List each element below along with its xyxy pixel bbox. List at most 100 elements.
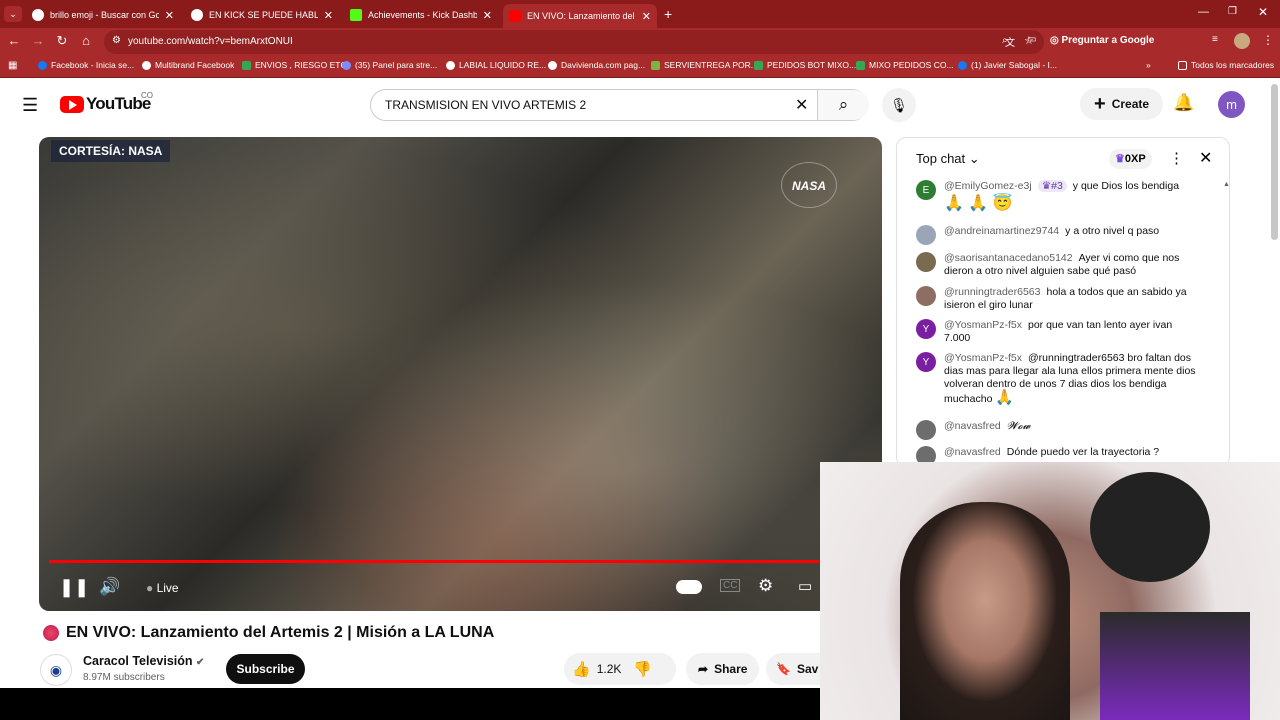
- tab-1[interactable]: brillo emoji - Buscar con Googl ✕: [26, 4, 180, 26]
- close-chat-icon[interactable]: ✕: [1199, 148, 1212, 168]
- microphone-decor: [1100, 612, 1250, 720]
- restore-icon[interactable]: ❐: [1228, 6, 1237, 17]
- autoplay-toggle[interactable]: [676, 580, 702, 594]
- more-bookmarks-icon[interactable]: »: [1146, 60, 1151, 70]
- close-tab-icon[interactable]: ✕: [642, 10, 651, 23]
- chat-menu-kebab-icon[interactable]: ⋮: [1169, 149, 1184, 167]
- like-dislike-group: 👍 1.2K 👎: [564, 653, 676, 685]
- new-tab-icon[interactable]: +: [664, 6, 672, 22]
- bookmark-item[interactable]: Davivienda.com pag...: [548, 60, 645, 70]
- search-button[interactable]: ⌕: [817, 90, 869, 120]
- reload-icon[interactable]: ↻: [53, 33, 71, 49]
- tab-4-active[interactable]: EN VIVO: Lanzamiento del A ✕: [503, 4, 657, 28]
- close-tab-icon[interactable]: ✕: [165, 9, 174, 22]
- bookmark-item[interactable]: MIXO PEDIDOS CO...: [856, 60, 954, 70]
- live-indicator[interactable]: ● Live: [146, 581, 179, 595]
- chat-message: @navasfred 𝓦𝓸𝔀: [916, 420, 1030, 440]
- chat-author[interactable]: @YosmanPz-f5x: [944, 319, 1022, 331]
- scroll-up-icon[interactable]: ▲: [1223, 181, 1230, 188]
- voice-search-icon[interactable]: 🎙: [882, 88, 916, 122]
- chat-message: @andreinamartinez9744 y a otro nivel q pa…: [916, 225, 1159, 245]
- xp-badge[interactable]: ♛0XP: [1109, 149, 1152, 169]
- translate-icon[interactable]: 文: [1005, 34, 1015, 49]
- site-info-icon[interactable]: ⚙: [112, 35, 121, 46]
- profile-avatar[interactable]: [1234, 33, 1250, 49]
- tab-search-icon[interactable]: ⌄: [4, 6, 22, 22]
- minimize-icon[interactable]: —: [1198, 6, 1209, 18]
- chat-author[interactable]: @saorisantanacedano5142: [944, 252, 1073, 264]
- video-title: EN VIVO: Lanzamiento del Artemis 2 | Mis…: [66, 624, 495, 641]
- all-bookmarks-folder[interactable]: Todos los marcadores: [1178, 60, 1274, 70]
- page-scrollbar[interactable]: [1271, 84, 1278, 240]
- bookmark-item[interactable]: (35) Panel para stre...: [342, 60, 437, 70]
- apps-grid-icon[interactable]: ▦: [8, 60, 17, 71]
- plus-icon: +: [1094, 92, 1106, 115]
- create-button[interactable]: + Create: [1080, 88, 1164, 120]
- sheets-icon: [754, 60, 763, 70]
- bookmark-item[interactable]: SERVIENTREGA POR...: [651, 60, 758, 70]
- bookmark-item[interactable]: LABIAL LIQUIDO RE...: [446, 60, 546, 70]
- video-player[interactable]: CORTESÍA: NASA NASA ❚❚ 🔊 ● Live CC ⚙ ▭: [39, 137, 882, 611]
- tab-3[interactable]: Achievements - Kick Dashboard ✕: [344, 4, 498, 26]
- back-icon[interactable]: ←: [5, 33, 23, 48]
- save-icon: 🔖: [776, 662, 791, 676]
- search-box[interactable]: TRANSMISION EN VIVO ARTEMIS 2 ✕ ⌕: [370, 89, 869, 121]
- youtube-logo[interactable]: YouTube: [60, 94, 151, 114]
- bookmark-label: SERVIENTREGA POR...: [664, 60, 758, 70]
- chat-author[interactable]: @navasfred: [944, 420, 1001, 432]
- close-tab-icon[interactable]: ✕: [483, 9, 492, 22]
- browser-tab-strip: ⌄ brillo emoji - Buscar con Googl ✕ EN K…: [0, 0, 1280, 28]
- like-count[interactable]: 1.2K: [597, 662, 622, 676]
- tab-2[interactable]: EN KICK SE PUEDE HABLAR DE ✕: [185, 4, 339, 26]
- top-chat-label: Top chat: [916, 151, 966, 166]
- channel-avatar[interactable]: ◉: [40, 654, 72, 686]
- home-icon[interactable]: ⌂: [77, 33, 95, 48]
- chat-author[interactable]: @YosmanPz-f5x: [944, 352, 1022, 364]
- progress-bar[interactable]: [49, 560, 872, 563]
- share-icon: ➦: [698, 662, 709, 676]
- account-avatar[interactable]: m: [1218, 91, 1245, 118]
- captions-icon[interactable]: CC: [720, 579, 741, 592]
- subscribe-button[interactable]: Subscribe: [226, 654, 305, 684]
- save-button[interactable]: 🔖 Sav: [766, 653, 820, 685]
- ask-google-button[interactable]: ◎ Preguntar a Google: [1050, 35, 1154, 46]
- settings-gear-icon[interactable]: ⚙: [758, 576, 773, 596]
- chat-author[interactable]: @andreinamartinez9744: [944, 225, 1059, 237]
- bookmark-item[interactable]: Facebook - Inicia se...: [38, 60, 134, 70]
- close-tab-icon[interactable]: ✕: [324, 9, 333, 22]
- hamburger-menu-icon[interactable]: ☰: [22, 95, 38, 116]
- lens-icon: ◎: [1050, 35, 1062, 46]
- chat-author[interactable]: @runningtrader6563: [944, 286, 1040, 298]
- search-input[interactable]: TRANSMISION EN VIVO ARTEMIS 2: [385, 98, 586, 112]
- chat-author[interactable]: @navasfred: [944, 446, 1001, 458]
- top-chat-dropdown[interactable]: Top chat ⌄: [916, 151, 980, 167]
- forward-icon[interactable]: →: [29, 33, 47, 48]
- bookmark-item[interactable]: (1) Javier Sabogal - I...: [958, 60, 1057, 70]
- pause-icon[interactable]: ❚❚: [59, 577, 89, 598]
- bookmark-item[interactable]: ENVIOS , RIESGO ETC: [242, 60, 347, 70]
- cast-icon[interactable]: ▭: [1027, 34, 1036, 45]
- dislike-icon[interactable]: 👎: [633, 660, 652, 678]
- like-icon[interactable]: 👍: [572, 660, 591, 678]
- rank-value: #3: [1051, 180, 1063, 192]
- chat-author[interactable]: @EmilyGomez-e3j: [944, 180, 1032, 192]
- channel-name[interactable]: Caracol Televisión ✔: [83, 654, 204, 668]
- clear-search-icon[interactable]: ✕: [795, 95, 808, 115]
- notifications-bell-icon[interactable]: 🔔: [1173, 93, 1194, 113]
- menu-kebab-icon[interactable]: ⋮: [1262, 33, 1274, 47]
- share-label: Share: [714, 662, 748, 676]
- chat-message: @saorisantanacedano5142 Ayer vi como que …: [916, 252, 1201, 278]
- volume-icon[interactable]: 🔊: [99, 577, 120, 597]
- close-window-icon[interactable]: ✕: [1258, 5, 1268, 19]
- bookmark-label: MIXO PEDIDOS CO...: [869, 60, 954, 70]
- chat-avatar: [916, 286, 936, 306]
- chat-avatar: Y: [916, 352, 936, 372]
- share-button[interactable]: ➦ Share: [686, 653, 760, 685]
- bookmark-item[interactable]: Multibrand Facebook: [142, 60, 234, 70]
- bookmark-label: (35) Panel para stre...: [355, 60, 438, 70]
- miniplayer-icon[interactable]: ▭: [798, 577, 812, 595]
- url-bar[interactable]: ⚙ youtube.com/watch?v=bemArxtONUI ⌕ ☆: [104, 30, 1044, 54]
- channel-name-text: Caracol Televisión: [83, 654, 193, 668]
- reading-list-icon[interactable]: ≡: [1212, 34, 1218, 45]
- bookmark-item[interactable]: PEDIDOS BOT MIXO...: [754, 60, 856, 70]
